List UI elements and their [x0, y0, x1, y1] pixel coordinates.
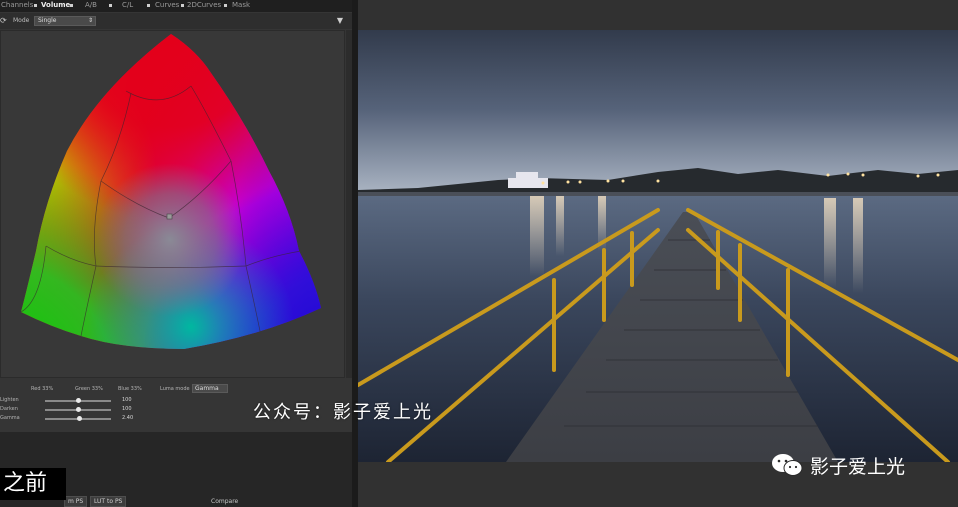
panel-tabs: Channels Volume A/B C/L Curves 2DCurves …	[0, 0, 352, 12]
tab-separator	[147, 4, 150, 7]
pier-photo-graphic	[358, 30, 958, 462]
tab-channels[interactable]: Channels	[1, 1, 33, 9]
slider-value: 2.40	[122, 415, 134, 421]
slider-knob[interactable]	[76, 416, 82, 421]
updown-arrows-icon: ⇕	[87, 17, 93, 24]
tab-separator	[70, 4, 73, 7]
lut-to-ps-button[interactable]: LUT to PS	[90, 496, 127, 507]
darken-slider[interactable]	[45, 407, 111, 412]
red-mix-label: Red 33%	[31, 386, 54, 392]
reset-icon[interactable]: ⟳	[0, 16, 7, 25]
mode-label: Mode	[13, 17, 30, 24]
tab-ab[interactable]: A/B	[85, 1, 97, 9]
mode-select[interactable]: Single ⇕	[34, 16, 96, 26]
tab-volume[interactable]: Volume	[41, 1, 70, 9]
tab-separator	[109, 4, 112, 7]
slider-knob[interactable]	[75, 398, 81, 403]
before-caption: 之前	[0, 468, 66, 500]
luma-mode-select[interactable]: Gamma	[192, 384, 228, 393]
watermark-name: 影子爱上光	[810, 456, 906, 478]
luma-mode-value: Gamma	[195, 385, 219, 392]
dropdown-triangle-icon[interactable]: ▼	[337, 16, 343, 25]
wechat-logo-icon	[772, 454, 803, 476]
slider-value: 100	[122, 397, 132, 403]
slider-label: Lighten	[0, 397, 19, 403]
slider-value: 100	[122, 406, 132, 412]
tab-curves[interactable]: Curves	[155, 1, 179, 9]
watermark-account: 公众号：影子爱上光	[253, 402, 433, 423]
compare-label: Compare	[211, 498, 239, 505]
tab-separator	[224, 4, 227, 7]
slider-knob[interactable]	[75, 407, 81, 412]
tab-2dcurves[interactable]: 2DCurves	[187, 1, 221, 9]
blue-mix-label: Blue 33%	[118, 386, 142, 392]
gray-point-handle[interactable]	[166, 213, 173, 220]
green-mix-label: Green 33%	[75, 386, 103, 392]
slider-label: Darken	[0, 406, 18, 412]
tab-separator	[34, 4, 37, 7]
tab-cl[interactable]: C/L	[122, 1, 133, 9]
send-to-ps-button[interactable]: m PS	[64, 496, 88, 507]
tab-mask[interactable]: Mask	[232, 1, 250, 9]
image-preview-panel	[358, 0, 958, 507]
tab-separator	[181, 4, 184, 7]
lighten-slider[interactable]	[45, 398, 111, 403]
luma-mode-label: Luma mode	[160, 386, 190, 392]
color-volume-view[interactable]	[0, 30, 345, 378]
gamma-slider[interactable]	[45, 416, 111, 421]
color-volume-panel: Channels Volume A/B C/L Curves 2DCurves …	[0, 0, 352, 507]
color-volume-graphic[interactable]	[1, 31, 346, 379]
pier-photo	[358, 30, 958, 462]
mode-value: Single	[38, 17, 57, 24]
slider-label: Gamma	[0, 415, 20, 421]
mode-row: ⟳ Mode Single ⇕ ▼	[0, 13, 352, 29]
